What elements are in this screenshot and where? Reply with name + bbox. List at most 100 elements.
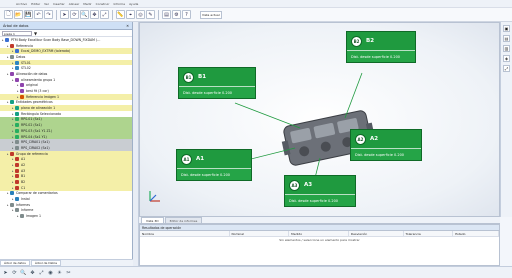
menu-item[interactable]: Ver (44, 2, 49, 6)
close-icon[interactable]: ✕ (126, 24, 129, 28)
results-empty-text: Sin elementos / seleccione un elemento p… (279, 238, 360, 242)
tree-node-icon (10, 151, 14, 156)
label-b2-title: B2 (366, 38, 375, 44)
fit-icon[interactable]: ⤢ (38, 269, 45, 276)
filter-icon[interactable]: ▼ (34, 31, 37, 36)
tree-node-icon (10, 100, 14, 105)
select-icon[interactable]: ➤ (2, 269, 9, 276)
view-select[interactable]: Vista actual (200, 10, 222, 19)
menu-item[interactable]: Archivo (16, 2, 27, 6)
view-side-icon[interactable]: ▥ (503, 45, 510, 52)
view-icon[interactable]: ◉ (47, 269, 54, 276)
tree-item-label: best fit (3 cor) (26, 89, 49, 94)
menu-item[interactable]: Alinear (69, 2, 80, 6)
view-front-icon[interactable]: ▣ (503, 25, 510, 32)
scan-icon[interactable]: ◎ (136, 10, 145, 19)
label-b2-sub: Dist. desde superficie 0.200 (347, 50, 415, 62)
label-a2[interactable]: A2 A2 Dist. desde superficie 0.200 (350, 129, 422, 161)
pan-icon[interactable]: ✥ (29, 269, 36, 276)
zoom-fit-icon[interactable]: ⤢ (503, 65, 510, 72)
zoom-icon[interactable]: 🔍 (80, 10, 89, 19)
label-a3-badge: A3 (289, 179, 300, 191)
menu-item[interactable]: Medir (83, 2, 91, 6)
menu-item[interactable]: Ayuda (129, 2, 138, 6)
tree-node-icon (10, 71, 14, 76)
redo-icon[interactable]: ↷ (44, 10, 53, 19)
menu-item[interactable]: Editar (31, 2, 40, 6)
column-header[interactable]: Estado (453, 231, 500, 236)
label-b2[interactable]: B2 B2 Dist. desde superficie 0.200 (346, 31, 416, 63)
tree-item-label: RPS-04 (Sx1 Y1) (21, 134, 47, 139)
new-file-icon[interactable]: 🗋 (4, 10, 13, 19)
results-panel: Resultados de operación Nombre Nominal Med… (139, 224, 500, 266)
label-a2-title: A2 (370, 136, 379, 142)
fit-icon[interactable]: ⤢ (100, 10, 109, 19)
column-header[interactable]: Nominal (230, 231, 290, 236)
tree-node-icon (15, 123, 19, 128)
column-header[interactable]: Tolerancia (404, 231, 454, 236)
column-header[interactable]: Desviación (349, 231, 404, 236)
view-iso-icon[interactable]: ◈ (503, 55, 510, 62)
tree-item-label: Referencia Imágen 1 (26, 94, 59, 99)
tree-item[interactable]: ▸ Imagen 1 (0, 213, 132, 219)
tree-item-label: Referencia (16, 43, 33, 48)
tree-node-icon (10, 43, 14, 48)
tree-node-icon (15, 111, 19, 116)
tree-item-label: alineamiento grupo 1 (21, 77, 56, 82)
data-tree: ▸ PTM Body Excalibur Scan Body Base_DOWN_… (0, 37, 132, 219)
label-a3[interactable]: A3 A3 Dist. desde superficie 0.200 (284, 175, 356, 207)
tree-node-icon (15, 77, 19, 82)
zoom-icon[interactable]: 🔍 (20, 269, 27, 276)
column-header[interactable]: Medido (289, 231, 349, 236)
light-icon[interactable]: ☀ (56, 269, 63, 276)
tree-item-label: Informe (21, 208, 34, 213)
column-header[interactable]: Nombre (140, 231, 230, 236)
tree-node-icon (15, 134, 19, 139)
settings-icon[interactable]: ⚙ (172, 10, 181, 19)
tree-node-icon (15, 128, 19, 133)
menu-item[interactable]: Informe (113, 2, 125, 6)
tree-node-icon (10, 202, 14, 207)
tree-node-icon (10, 191, 14, 196)
view-top-icon[interactable]: ▤ (503, 35, 510, 42)
tree-node-icon (15, 174, 19, 179)
tree-item-label: RPS-01 (Sx1) (21, 117, 42, 122)
tree-item-label: original (26, 83, 38, 88)
menu-item[interactable]: Construir (96, 2, 110, 6)
rotate-icon[interactable]: ⟳ (11, 269, 18, 276)
viewport-tab[interactable]: Editor de informes (164, 217, 203, 223)
label-a3-sub: Dist. desde superficie 0.200 (285, 194, 355, 206)
tree-node-icon (10, 54, 14, 59)
tree-item-label: STL01 (21, 60, 31, 65)
toolbar-separator (158, 9, 159, 20)
probe-icon[interactable]: ✎ (146, 10, 155, 19)
label-b1-sub: Dist. desde superficie 0.200 (179, 86, 255, 98)
3d-viewport[interactable]: B2 B2 Dist. desde superficie 0.200 B1 B1 D… (139, 22, 500, 217)
report-icon[interactable]: ▤ (162, 10, 171, 19)
tree-node-icon (5, 37, 9, 42)
help-icon[interactable]: ? (182, 10, 191, 19)
menu-item[interactable]: Insertar (53, 2, 65, 6)
rotate-icon[interactable]: ⟳ (70, 10, 79, 19)
pan-icon[interactable]: ✥ (90, 10, 99, 19)
save-icon[interactable]: 💾 (24, 10, 33, 19)
tree-node-icon (15, 197, 19, 202)
label-b1[interactable]: B1 B1 Dist. desde superficie 0.200 (178, 67, 256, 99)
open-icon[interactable]: 📂 (14, 10, 23, 19)
align-icon[interactable]: ⌖ (126, 10, 135, 19)
tree-node-icon (15, 168, 19, 173)
part-selector[interactable]: pieza 1 (2, 30, 32, 36)
label-a2-badge: A2 (355, 133, 366, 145)
label-a1[interactable]: A1 A1 Dist. desde superficie 0.200 (176, 149, 252, 181)
measure-icon[interactable]: 📏 (116, 10, 125, 19)
select-icon[interactable]: ➤ (60, 10, 69, 19)
undo-icon[interactable]: ↶ (34, 10, 43, 19)
tree-node-icon (15, 49, 19, 54)
label-a2-sub: Dist. desde superficie 0.200 (351, 148, 421, 160)
label-a1-sub: Dist. desde superficie 0.200 (177, 168, 251, 180)
viewport-tab[interactable]: Vista 3D (141, 217, 164, 223)
tree-node-icon (15, 208, 19, 213)
status-bar: ➤ ⟳ 🔍 ✥ ⤢ ◉ ☀ ✂ (0, 266, 512, 278)
section-icon[interactable]: ✂ (65, 269, 72, 276)
tree-item-label: Entidades geométricas (16, 100, 53, 105)
